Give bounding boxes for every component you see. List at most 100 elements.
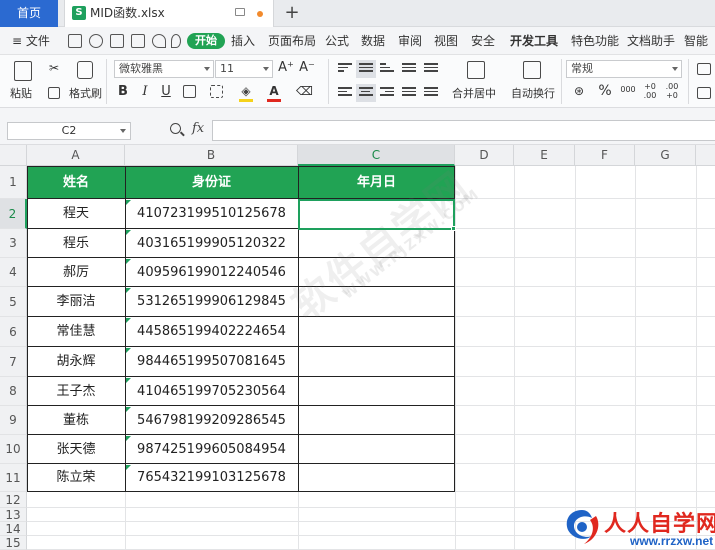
column-header-d[interactable]: D: [455, 145, 514, 166]
undo-icon[interactable]: [152, 34, 166, 48]
column-header-c[interactable]: C: [298, 145, 455, 166]
copy-icon[interactable]: [48, 87, 60, 99]
print-icon[interactable]: [110, 34, 124, 48]
cell-name[interactable]: 胡永辉: [27, 347, 125, 377]
cell-name[interactable]: 王子杰: [27, 377, 125, 406]
menu-page-layout[interactable]: 页面布局: [268, 27, 316, 55]
table-style-icon[interactable]: [697, 63, 711, 75]
header-cell-name[interactable]: 姓名: [27, 166, 125, 199]
column-header-g[interactable]: G: [635, 145, 696, 166]
redo-icon[interactable]: [171, 34, 181, 48]
menu-start[interactable]: 开始: [187, 33, 225, 49]
format-painter-button[interactable]: 格式刷: [69, 85, 102, 101]
font-name-select[interactable]: 微软雅黑: [114, 60, 214, 78]
cut-icon[interactable]: ✂: [46, 60, 62, 76]
menu-review[interactable]: 审阅: [398, 27, 422, 55]
cell-birth-date[interactable]: [298, 377, 455, 406]
menu-smart[interactable]: 智能: [684, 27, 708, 55]
cell-id-number[interactable]: 403165199905120322: [125, 229, 298, 258]
row-header-14[interactable]: 14: [0, 522, 27, 536]
row-header-6[interactable]: 6: [0, 317, 27, 347]
wrap-text-button[interactable]: 自动换行: [511, 85, 555, 101]
merge-center-button[interactable]: 合并居中: [452, 85, 496, 101]
align-top-icon[interactable]: [338, 63, 352, 75]
menu-developer[interactable]: 开发工具: [510, 27, 558, 55]
menu-view[interactable]: 视图: [434, 27, 458, 55]
font-shrink-button[interactable]: A⁻: [299, 60, 315, 76]
borders-icon[interactable]: [183, 85, 196, 98]
distributed-icon[interactable]: [424, 87, 438, 99]
align-right-icon[interactable]: [380, 87, 394, 99]
paste-button[interactable]: 粘贴: [10, 85, 32, 101]
menu-formulas[interactable]: 公式: [325, 27, 349, 55]
row-header-10[interactable]: 10: [0, 435, 27, 464]
format-painter-icon[interactable]: [77, 61, 93, 79]
row-header-7[interactable]: 7: [0, 347, 27, 377]
italic-button[interactable]: I: [138, 84, 152, 100]
menu-insert[interactable]: 插入: [231, 27, 255, 55]
row-header-12[interactable]: 12: [0, 492, 27, 508]
menu-doc-assistant[interactable]: 文档助手: [627, 27, 675, 55]
print-preview-icon[interactable]: [131, 34, 145, 48]
row-header-11[interactable]: 11: [0, 464, 27, 492]
tab-home[interactable]: 首页: [0, 0, 58, 27]
cell-id-number[interactable]: 546798199209286545: [125, 406, 298, 435]
fill-color-icon[interactable]: ◈: [238, 83, 254, 99]
column-header-f[interactable]: F: [575, 145, 635, 166]
number-format-select[interactable]: 常规: [566, 60, 682, 78]
cell-name[interactable]: 程乐: [27, 229, 125, 258]
row-header-1[interactable]: 1: [0, 166, 27, 199]
decimal-decrease-button[interactable]: .00 +0: [663, 82, 681, 100]
row-header-9[interactable]: 9: [0, 406, 27, 435]
bold-button[interactable]: B: [116, 84, 130, 100]
justify-icon[interactable]: [402, 87, 416, 99]
merge-center-icon[interactable]: [467, 61, 485, 79]
clear-icon[interactable]: ⌫: [296, 83, 313, 99]
align-left-icon[interactable]: [338, 87, 352, 99]
select-all-corner[interactable]: [0, 145, 27, 166]
paste-icon[interactable]: [14, 61, 32, 81]
align-center-icon[interactable]: [356, 84, 376, 102]
header-cell-id-number[interactable]: 身份证: [125, 166, 298, 199]
row-header-13[interactable]: 13: [0, 508, 27, 522]
window-icon[interactable]: [235, 8, 245, 16]
row-header-5[interactable]: 5: [0, 287, 27, 317]
menu-data[interactable]: 数据: [361, 27, 385, 55]
align-bottom-icon[interactable]: [380, 63, 394, 75]
zoom-icon[interactable]: [170, 123, 181, 134]
column-header-b[interactable]: B: [125, 145, 298, 166]
indent-icon[interactable]: [424, 63, 438, 75]
cell-id-number[interactable]: 987425199605084954: [125, 435, 298, 464]
menu-security[interactable]: 安全: [471, 27, 495, 55]
cell-name[interactable]: 张天德: [27, 435, 125, 464]
column-header-a[interactable]: A: [27, 145, 125, 166]
cell-id-number[interactable]: 445865199402224654: [125, 317, 298, 347]
fill-handle[interactable]: [451, 226, 456, 231]
undo-history-icon[interactable]: [89, 34, 103, 48]
cell-name[interactable]: 董栋: [27, 406, 125, 435]
align-middle-icon[interactable]: [356, 60, 376, 78]
name-box[interactable]: C2: [7, 122, 131, 140]
cell-name[interactable]: 常佳慧: [27, 317, 125, 347]
cell-birth-date[interactable]: [298, 347, 455, 377]
fx-icon[interactable]: fx: [192, 121, 204, 136]
percent-button[interactable]: %: [597, 83, 613, 99]
row-header-2[interactable]: 2: [0, 199, 27, 229]
orientation-icon[interactable]: [402, 63, 416, 75]
font-color-icon[interactable]: A: [267, 83, 281, 99]
conditional-format-icon[interactable]: [697, 87, 711, 99]
formula-input[interactable]: [212, 120, 715, 141]
cell-style-icon[interactable]: [210, 85, 223, 98]
menu-features[interactable]: 特色功能: [571, 27, 619, 55]
new-tab-button[interactable]: +: [282, 0, 302, 27]
cell-id-number[interactable]: 409596199012240546: [125, 258, 298, 287]
tab-file[interactable]: S MID函数.xlsx: [64, 0, 274, 27]
cell-id-number[interactable]: 410465199705230564: [125, 377, 298, 406]
underline-button[interactable]: U: [159, 84, 173, 100]
row-header-8[interactable]: 8: [0, 377, 27, 406]
cell-id-number[interactable]: 410723199510125678: [125, 199, 298, 229]
cell-name[interactable]: 郝厉: [27, 258, 125, 287]
decimal-increase-button[interactable]: +0 .00: [641, 82, 659, 100]
cell-birth-date[interactable]: [298, 464, 455, 492]
row-header-15[interactable]: 15: [0, 536, 27, 550]
